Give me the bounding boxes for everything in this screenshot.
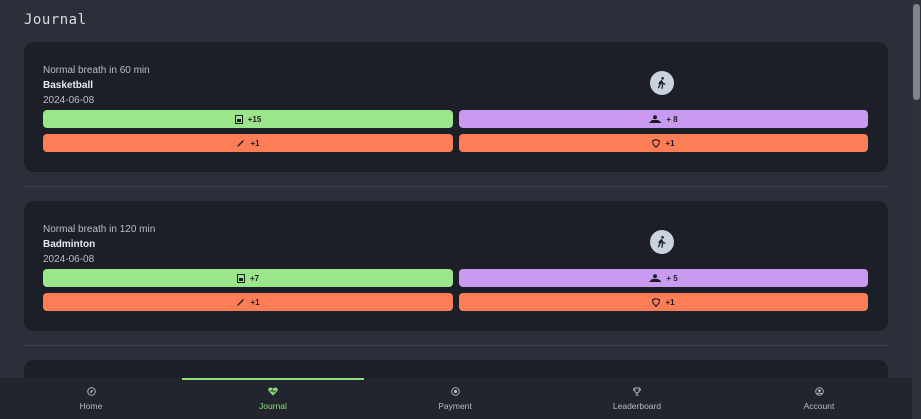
stat-orange-right: +1 bbox=[459, 293, 868, 311]
stat-value: + 8 bbox=[666, 114, 678, 124]
shield-icon bbox=[652, 138, 661, 148]
nav-label: Journal bbox=[259, 400, 287, 411]
page-title: Journal bbox=[24, 12, 87, 28]
nav-item-leaderboard[interactable]: Leaderboard bbox=[546, 378, 728, 419]
shield-icon bbox=[652, 297, 661, 307]
nav-item-journal[interactable]: Journal bbox=[182, 378, 364, 419]
nav-label: Account bbox=[803, 400, 835, 411]
walking-person-icon bbox=[650, 230, 674, 254]
hand-icon bbox=[649, 273, 662, 283]
stat-orange-left: +1 bbox=[43, 293, 453, 311]
entry-info: Normal breath in 60 min Basketball 2024-… bbox=[43, 63, 150, 108]
stat-value: +7 bbox=[249, 273, 260, 283]
stat-value: +1 bbox=[250, 297, 260, 307]
breath-text: Normal breath in 120 min bbox=[43, 224, 156, 235]
entry-date: 2024-06-08 bbox=[43, 95, 95, 106]
pencil-icon bbox=[236, 298, 245, 307]
stat-value: +1 bbox=[665, 297, 675, 307]
nav-item-account[interactable]: Account bbox=[728, 378, 910, 419]
scrollbar-thumb[interactable] bbox=[913, 4, 920, 100]
nav-item-home[interactable]: Home bbox=[0, 378, 182, 419]
stat-green: +15 bbox=[43, 110, 453, 128]
bottom-nav: Home Journal Payment Leaderboard Account bbox=[0, 378, 912, 419]
nav-item-payment[interactable]: Payment bbox=[364, 378, 546, 419]
nav-label: Leaderboard bbox=[612, 400, 662, 411]
stat-purple: + 5 bbox=[459, 269, 868, 287]
breath-text: Normal breath in 60 min bbox=[43, 65, 150, 76]
trophy-icon bbox=[632, 386, 642, 398]
heart-pulse-icon bbox=[268, 387, 278, 398]
stat-value: +15 bbox=[247, 114, 262, 124]
entry-info: Normal breath in 120 min Badminton 2024-… bbox=[43, 222, 155, 267]
stat-orange-right: +1 bbox=[459, 134, 868, 152]
scrollbar[interactable] bbox=[912, 0, 921, 419]
user-circle-icon bbox=[814, 386, 824, 398]
stat-purple: + 8 bbox=[459, 110, 868, 128]
stat-value: + 5 bbox=[666, 273, 678, 283]
compass-icon bbox=[86, 386, 96, 398]
hand-icon bbox=[649, 114, 662, 124]
coin-icon bbox=[450, 386, 460, 398]
stat-value: +1 bbox=[665, 138, 675, 148]
divider bbox=[24, 345, 888, 346]
stat-value: +1 bbox=[250, 138, 260, 148]
nav-label: Home bbox=[79, 400, 103, 411]
stat-orange-left: +1 bbox=[43, 134, 453, 152]
sport-name: Basketball bbox=[43, 80, 94, 91]
walking-person-icon bbox=[650, 71, 674, 95]
divider bbox=[24, 186, 888, 187]
pencil-icon bbox=[236, 139, 245, 148]
journal-entry-card[interactable]: Normal breath in 60 min Basketball 2024-… bbox=[24, 42, 888, 172]
entry-date: 2024-06-08 bbox=[43, 254, 95, 265]
journal-entry-card[interactable]: Normal breath in 120 min Badminton 2024-… bbox=[24, 201, 888, 331]
nav-label: Payment bbox=[438, 400, 472, 411]
stat-green: +7 bbox=[43, 269, 453, 287]
sport-name: Badminton bbox=[43, 239, 96, 250]
glass-icon bbox=[234, 114, 243, 124]
glass-icon bbox=[236, 273, 245, 283]
